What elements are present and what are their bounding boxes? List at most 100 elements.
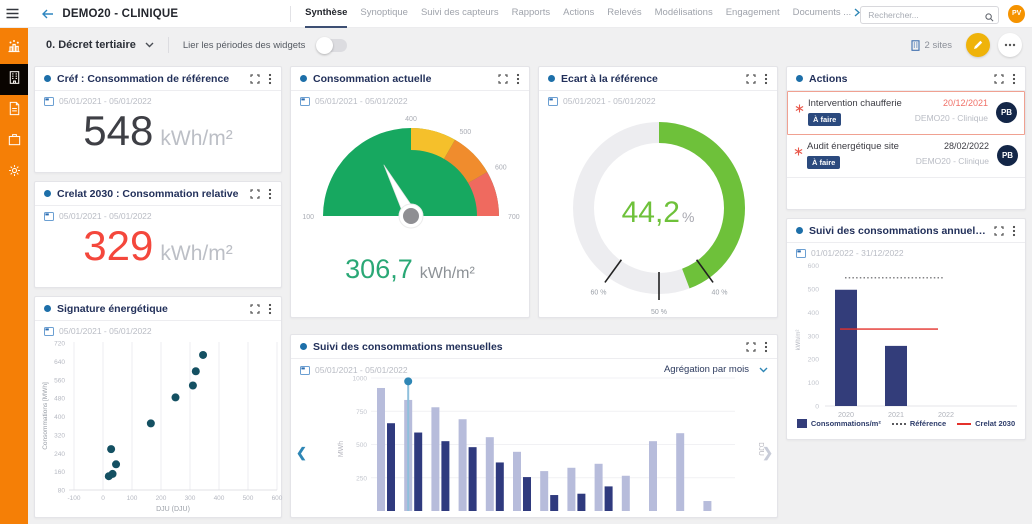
data-point[interactable] — [107, 445, 115, 453]
sites-count[interactable]: 2 sites — [911, 40, 952, 51]
bar-consumption-n1[interactable] — [567, 468, 575, 511]
bar-consumption[interactable] — [387, 423, 395, 511]
bar-consumption[interactable] — [550, 495, 558, 511]
back-arrow-icon[interactable] — [38, 0, 58, 28]
sidebar-item-sites[interactable] — [0, 64, 28, 95]
tick-label: 2021 — [888, 410, 904, 419]
tab-engagement[interactable]: Engagement — [726, 0, 780, 28]
chevron-right-icon[interactable]: ❯ — [762, 446, 773, 459]
assignee-avatar[interactable]: PB — [997, 145, 1018, 166]
chart-legend: Consommations/m² Référence Crelat 2030 — [787, 419, 1025, 428]
chevron-left-icon[interactable]: ❮ — [296, 446, 307, 459]
bar-consumption-n1[interactable] — [431, 407, 439, 511]
hamburger-menu-icon[interactable] — [0, 0, 26, 28]
tick-label: 250 — [356, 475, 367, 482]
expand-icon[interactable] — [746, 74, 756, 84]
dashboard-selector[interactable]: 0. Décret tertiaire — [46, 39, 154, 51]
tab-actions[interactable]: Actions — [563, 0, 594, 28]
sidebar-item-settings[interactable] — [0, 157, 28, 188]
sites-count-label: 2 sites — [925, 40, 952, 51]
action-item[interactable]: Intervention chaufferieÀ faire20/12/2021… — [787, 91, 1025, 135]
data-point[interactable] — [172, 393, 180, 401]
kebab-menu-icon[interactable] — [764, 341, 768, 353]
expand-icon[interactable] — [746, 342, 756, 352]
search-input[interactable] — [860, 6, 999, 24]
kebab-menu-icon[interactable] — [1012, 73, 1016, 85]
kebab-menu-icon[interactable] — [516, 73, 520, 85]
tab-documents[interactable]: Documents ... — [793, 0, 861, 28]
widget-consommation-actuelle: Consommation actuelle 05/01/2021 - 05/01… — [290, 66, 530, 318]
bar-consumption-n1[interactable] — [459, 419, 467, 511]
data-point[interactable] — [109, 470, 117, 478]
data-point[interactable] — [199, 351, 207, 359]
kebab-menu-icon[interactable] — [764, 73, 768, 85]
expand-icon[interactable] — [498, 74, 508, 84]
bar-year-2021[interactable] — [885, 346, 907, 406]
search-icon[interactable] — [985, 9, 994, 27]
period-selector[interactable]: 01/01/2022 - 31/12/2022 — [787, 243, 1025, 260]
data-point[interactable] — [112, 460, 120, 468]
bar-consumption-n1[interactable] — [486, 437, 494, 511]
data-point[interactable] — [147, 419, 155, 427]
user-avatar[interactable]: PV — [1008, 5, 1025, 23]
expand-icon[interactable] — [250, 304, 260, 314]
widget-title: Créf : Consommation de référence — [57, 73, 244, 85]
donut-chart-wrap: 40 %50 %60 % 44,2 % — [539, 108, 777, 316]
tab-synoptique[interactable]: Synoptique — [360, 0, 408, 28]
marker-point[interactable] — [404, 377, 412, 385]
bar-consumption-n1[interactable] — [676, 433, 684, 511]
legend-item[interactable]: Référence — [892, 419, 946, 428]
bar-consumption-n1[interactable] — [622, 476, 630, 511]
period-selector[interactable]: 05/01/2021 - 05/01/2022 — [300, 365, 408, 375]
assignee-avatar[interactable]: PB — [996, 102, 1017, 123]
sidebar-item-portfolio[interactable] — [0, 126, 28, 157]
bar-consumption[interactable] — [577, 494, 585, 511]
sidebar-item-analytics[interactable] — [0, 33, 28, 64]
period-selector[interactable]: 05/01/2021 - 05/01/2022 — [291, 91, 529, 108]
chart-icon — [6, 38, 22, 59]
kebab-menu-icon[interactable] — [268, 73, 272, 85]
bar-consumption[interactable] — [523, 477, 531, 511]
kebab-menu-icon[interactable] — [1012, 225, 1016, 237]
link-periods-toggle[interactable] — [317, 39, 347, 52]
data-point[interactable] — [192, 367, 200, 375]
aggregation-select[interactable]: Agrégation par mois — [664, 364, 768, 375]
bar-consumption-n1[interactable] — [377, 388, 385, 511]
edit-dashboard-button[interactable] — [966, 33, 990, 57]
tab-modelisations[interactable]: Modélisations — [655, 0, 713, 28]
period-selector[interactable]: 05/01/2021 - 05/01/2022 — [35, 321, 281, 338]
y-axis-label: Consommations [MWh] — [42, 382, 49, 450]
tab-rapports[interactable]: Rapports — [512, 0, 551, 28]
tick-label: 80 — [58, 488, 66, 495]
sidebar-item-reports[interactable] — [0, 95, 28, 126]
tick-label: 60 % — [590, 289, 606, 296]
bar-consumption-n1[interactable] — [513, 452, 521, 511]
bar-consumption[interactable] — [469, 447, 477, 511]
period-selector[interactable]: 05/01/2021 - 05/01/2022 — [35, 91, 281, 108]
bar-consumption-n1[interactable] — [703, 501, 711, 511]
kebab-menu-icon[interactable] — [268, 303, 272, 315]
tab-synthese[interactable]: Synthèse — [305, 0, 347, 28]
expand-icon[interactable] — [994, 74, 1004, 84]
bar-consumption[interactable] — [605, 486, 613, 511]
bar-consumption[interactable] — [441, 441, 449, 511]
period-selector[interactable]: 05/01/2021 - 05/01/2022 — [539, 91, 777, 108]
tab-suivi-des-capteurs[interactable]: Suivi des capteurs — [421, 0, 499, 28]
expand-icon[interactable] — [994, 226, 1004, 236]
bar-year-2020[interactable] — [835, 290, 857, 406]
tab-releves[interactable]: Relevés — [607, 0, 641, 28]
bar-consumption[interactable] — [414, 433, 422, 511]
bar-consumption-n1[interactable] — [540, 471, 548, 511]
bar-consumption[interactable] — [496, 462, 504, 511]
legend-item[interactable]: Crelat 2030 — [957, 419, 1015, 428]
data-point[interactable] — [189, 381, 197, 389]
legend-item[interactable]: Consommations/m² — [797, 419, 881, 428]
period-selector[interactable]: 05/01/2021 - 05/01/2022 — [35, 206, 281, 223]
more-options-button[interactable] — [998, 33, 1022, 57]
bar-consumption-n1[interactable] — [649, 441, 657, 511]
action-item[interactable]: Audit énergétique siteÀ faire28/02/2022D… — [787, 135, 1025, 178]
expand-icon[interactable] — [250, 189, 260, 199]
kebab-menu-icon[interactable] — [268, 188, 272, 200]
expand-icon[interactable] — [250, 74, 260, 84]
bar-consumption-n1[interactable] — [595, 464, 603, 511]
